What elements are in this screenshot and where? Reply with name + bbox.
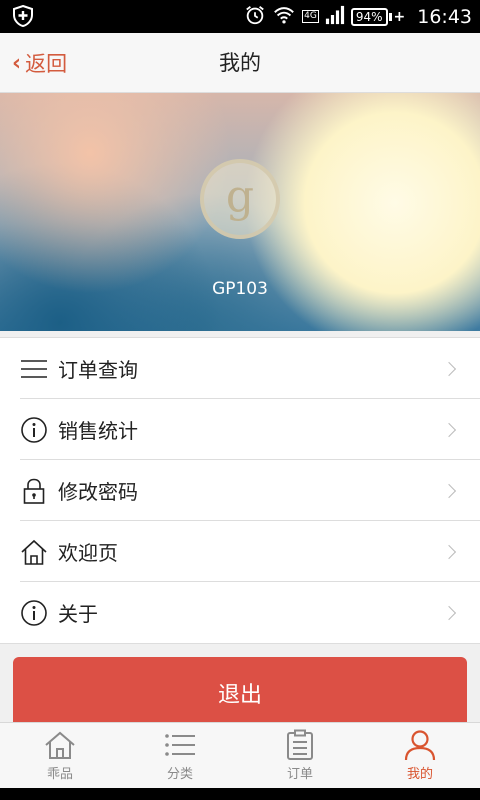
battery-level: 94% — [350, 7, 388, 26]
info-icon — [20, 599, 48, 627]
signal-icon — [325, 5, 345, 29]
tab-label: 分类 — [166, 767, 193, 782]
clipboard-icon — [287, 729, 313, 760]
menu-item-order-query[interactable]: 订单查询 — [0, 338, 480, 399]
tab-products[interactable]: 乖品 — [0, 723, 120, 788]
menu-item-label: 欢迎页 — [58, 541, 118, 565]
wifi-icon — [272, 4, 296, 30]
clock: 16:43 — [417, 5, 472, 28]
user-icon — [404, 730, 436, 761]
tab-label: 我的 — [406, 767, 433, 782]
bottom-tab-bar: 乖品 分类 订单 我的 — [0, 722, 480, 788]
menu-item-welcome-page[interactable]: 欢迎页 — [0, 521, 480, 582]
system-nav-strip — [0, 788, 480, 800]
menu-item-change-password[interactable]: 修改密码 — [0, 460, 480, 521]
menu-item-label: 销售统计 — [58, 419, 138, 443]
tab-mine[interactable]: 我的 — [360, 723, 480, 788]
profile-header: g GP103 — [0, 93, 480, 331]
home-icon — [45, 731, 75, 759]
info-icon — [20, 416, 48, 444]
menu-item-sales-stats[interactable]: 销售统计 — [0, 399, 480, 460]
navigation-bar: ‹ 返回 我的 — [0, 33, 480, 93]
avatar-logo-letter: g — [225, 170, 255, 222]
settings-menu: 订单查询 销售统计 修改密码 欢迎页 关于 — [0, 337, 480, 644]
chevron-right-icon — [441, 422, 457, 437]
username: GP103 — [212, 279, 268, 299]
menu-item-about[interactable]: 关于 — [0, 582, 480, 643]
menu-item-label: 关于 — [58, 602, 98, 626]
tab-orders[interactable]: 订单 — [240, 723, 360, 788]
network-type-label: 4G — [302, 10, 319, 23]
avatar[interactable]: g — [200, 159, 280, 239]
lock-icon — [20, 477, 48, 505]
menu-item-label: 订单查询 — [58, 358, 138, 382]
tab-label: 乖品 — [46, 767, 73, 782]
battery-icon: 94% + — [350, 7, 405, 26]
list-icon — [20, 355, 48, 383]
status-bar: 4G 94% + 16:43 — [0, 0, 480, 33]
page-title: 我的 — [219, 51, 261, 75]
chevron-right-icon — [441, 605, 457, 620]
chevron-right-icon — [441, 544, 457, 559]
chevron-right-icon — [441, 483, 457, 498]
shield-icon — [12, 4, 34, 28]
menu-item-label: 修改密码 — [58, 480, 138, 504]
chevron-right-icon — [441, 361, 457, 376]
category-list-icon — [165, 734, 195, 756]
alarm-icon — [244, 4, 266, 30]
home-icon — [20, 538, 48, 566]
tab-label: 订单 — [286, 767, 313, 782]
tab-categories[interactable]: 分类 — [120, 723, 240, 788]
